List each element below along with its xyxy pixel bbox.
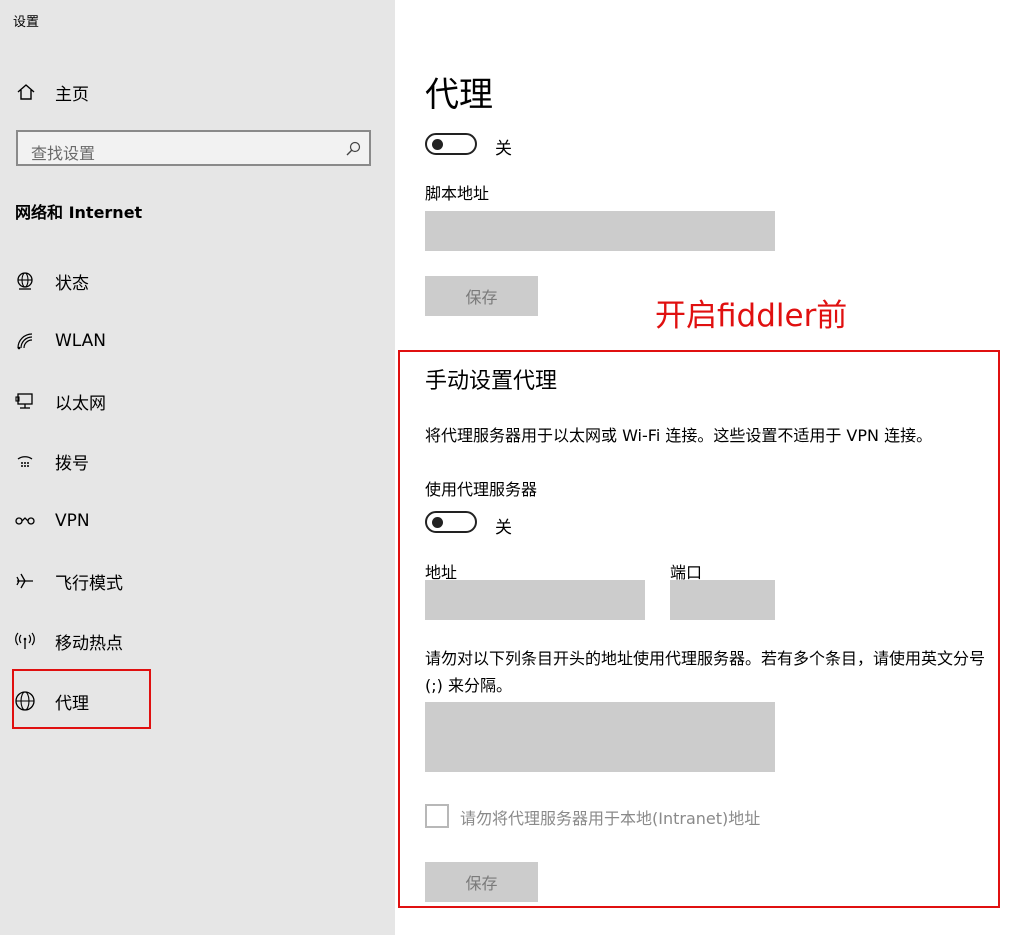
airplane-icon	[12, 570, 38, 592]
dialup-icon	[12, 450, 38, 472]
use-proxy-toggle-state: 关	[495, 518, 512, 538]
auto-proxy-toggle-state: 关	[495, 139, 512, 159]
manual-proxy-description: 将代理服务器用于以太网或 Wi-Fi 连接。这些设置不适用于 VPN 连接。	[425, 426, 933, 445]
sidebar-item-label: VPN	[55, 511, 90, 531]
vpn-icon	[12, 510, 38, 532]
hotspot-icon	[12, 630, 38, 652]
sidebar-item-label: 以太网	[55, 393, 106, 414]
sidebar-item-ethernet[interactable]: 以太网	[12, 384, 372, 418]
script-address-label: 脚本地址	[425, 184, 490, 203]
auto-proxy-toggle[interactable]	[425, 133, 477, 155]
toggle-knob	[432, 517, 443, 528]
sidebar-item-vpn[interactable]: VPN	[12, 504, 372, 538]
sidebar-item-label: WLAN	[55, 331, 107, 351]
local-address-checkbox[interactable]	[425, 804, 449, 828]
home-icon	[15, 81, 37, 103]
sidebar: 设置 主页 查找设置 网络和 Internet 状态 WLAN 以太网 拨号 V…	[0, 0, 395, 935]
search-placeholder: 查找设置	[31, 144, 96, 163]
sidebar-item-label: 拨号	[55, 453, 89, 474]
save-button[interactable]: 保存	[425, 276, 538, 316]
window-title: 设置	[13, 15, 40, 30]
port-input[interactable]	[670, 580, 775, 620]
sidebar-item-wlan[interactable]: WLAN	[12, 324, 372, 358]
ethernet-icon	[12, 390, 38, 412]
address-input[interactable]	[425, 580, 645, 620]
sidebar-item-airplane[interactable]: 飞行模式	[12, 564, 372, 598]
page-title: 代理	[425, 75, 493, 115]
main-content: 代理 关 脚本地址 保存 开启fiddler前 手动设置代理 将代理服务器用于以…	[395, 0, 1015, 935]
wifi-icon	[12, 330, 38, 352]
sidebar-item-label: 移动热点	[55, 633, 123, 654]
section-title: 网络和 Internet	[15, 203, 143, 222]
manual-save-button[interactable]: 保存	[425, 862, 538, 902]
use-proxy-toggle[interactable]	[425, 511, 477, 533]
search-icon[interactable]	[345, 141, 361, 161]
sidebar-item-label: 飞行模式	[55, 573, 123, 594]
script-address-input[interactable]	[425, 211, 775, 251]
exclude-description: 请勿对以下列条目开头的地址使用代理服务器。若有多个条目，请使用英文分号 (;) …	[425, 649, 986, 695]
annotation-text: 开启fiddler前	[655, 298, 848, 334]
local-address-checkbox-label: 请勿将代理服务器用于本地(Intranet)地址	[460, 809, 761, 828]
sidebar-item-status[interactable]: 状态	[12, 264, 372, 298]
use-proxy-label: 使用代理服务器	[425, 480, 538, 499]
sidebar-item-label: 主页	[55, 84, 89, 105]
toggle-knob	[432, 139, 443, 150]
globe-status-icon	[12, 270, 38, 292]
manual-proxy-title: 手动设置代理	[425, 369, 558, 394]
sidebar-item-label: 状态	[55, 273, 89, 294]
sidebar-item-dialup[interactable]: 拨号	[12, 444, 372, 478]
sidebar-item-home[interactable]: 主页	[15, 78, 375, 106]
search-input[interactable]: 查找设置	[16, 130, 371, 166]
sidebar-item-hotspot[interactable]: 移动热点	[12, 624, 372, 658]
annotation-highlight-box	[12, 669, 151, 729]
exclude-textarea[interactable]	[425, 702, 775, 772]
